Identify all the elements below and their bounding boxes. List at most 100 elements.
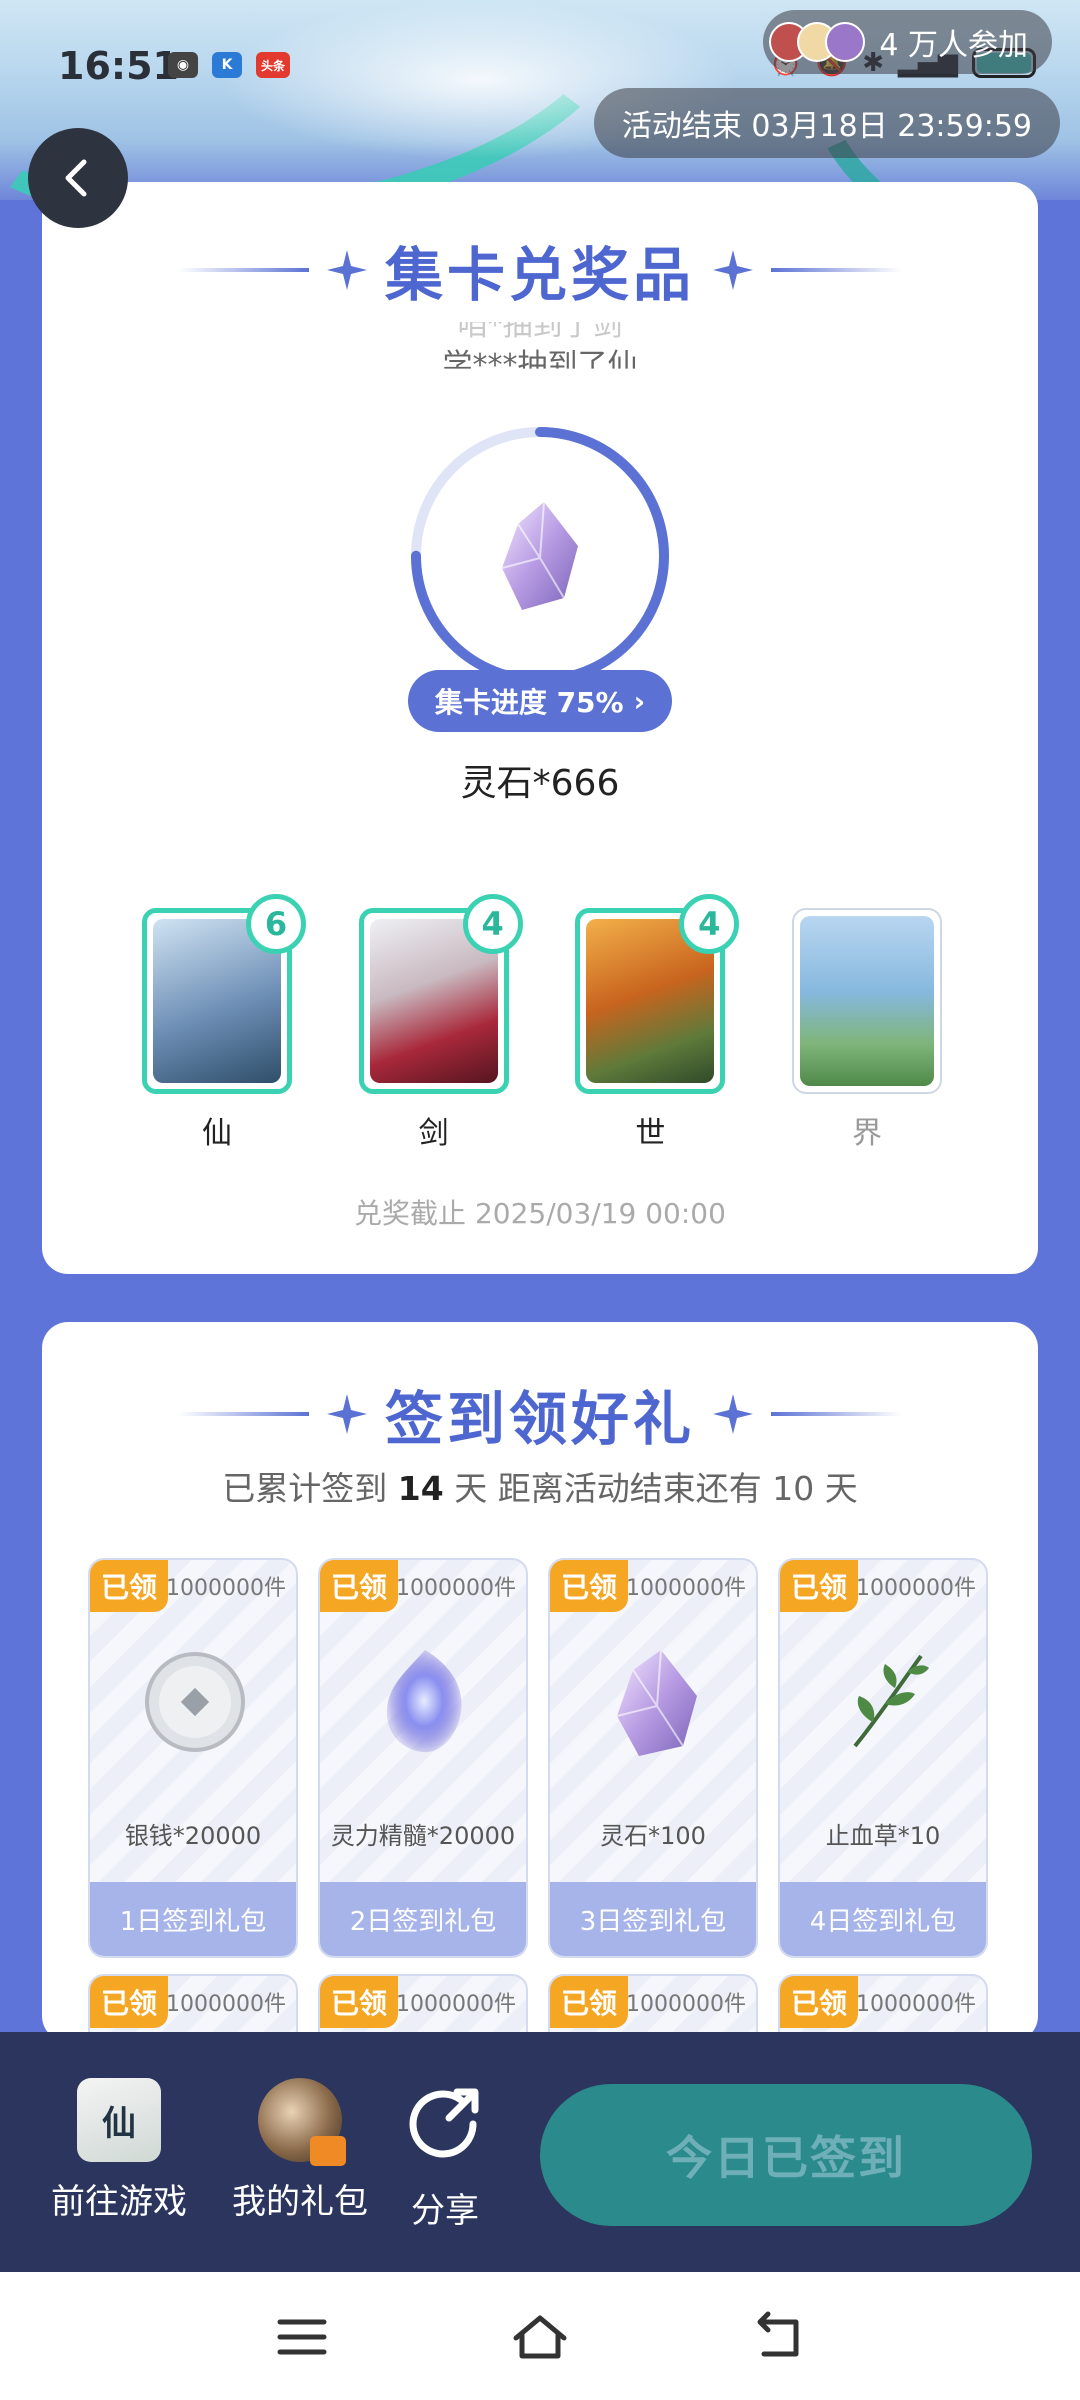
card-artwork bbox=[799, 916, 934, 1086]
winner-ticker-line: 学***抽到了仙 bbox=[442, 348, 638, 383]
back-nav-icon[interactable] bbox=[750, 2310, 810, 2364]
gift-stock: 1000000件 bbox=[856, 1992, 976, 2017]
participant-avatars bbox=[769, 22, 866, 62]
gift-box-icon bbox=[310, 2136, 346, 2166]
signin-title: 签到领好礼 bbox=[384, 1385, 695, 1453]
card-count-badge: 6 bbox=[246, 894, 306, 954]
avatar bbox=[825, 22, 866, 62]
my-gifts-label: 我的礼包 bbox=[232, 2182, 368, 2222]
menu-icon[interactable] bbox=[272, 2310, 332, 2364]
claimed-badge: 已领 bbox=[550, 1976, 628, 2028]
back-button[interactable] bbox=[28, 128, 128, 228]
title-divider bbox=[178, 268, 309, 272]
gift-stock: 1000000件 bbox=[856, 1576, 976, 1601]
gift-stock: 1000000件 bbox=[626, 1576, 746, 1601]
sparkle-icon bbox=[326, 1394, 367, 1434]
reward-preview bbox=[426, 442, 654, 670]
title-divider bbox=[771, 1412, 901, 1416]
claimed-badge: 已领 bbox=[90, 1976, 168, 2028]
bottom-action-bar: 仙 前往游戏 我的礼包 分享 今日已签到 bbox=[0, 2032, 1080, 2272]
game-logo-icon: 仙 bbox=[77, 2078, 161, 2162]
gift-name: 止血草*10 bbox=[825, 1822, 941, 1850]
card-label: 仙 bbox=[202, 1116, 232, 1151]
gift-name: 银钱*20000 bbox=[124, 1822, 262, 1850]
gift-stock: 1000000件 bbox=[166, 1576, 286, 1601]
app-k-icon: K bbox=[212, 52, 242, 78]
herb-icon bbox=[853, 1654, 929, 1748]
gamepad-icon: ◉ bbox=[168, 52, 198, 78]
claimed-badge: 已领 bbox=[90, 1560, 168, 1612]
silver-coin-icon bbox=[145, 1652, 245, 1752]
signin-title-row: 签到领好礼 bbox=[42, 1372, 1038, 1456]
summary-suffix: 天 距离活动结束还有 10 天 bbox=[454, 1469, 858, 1508]
card-label: 世 bbox=[635, 1116, 666, 1151]
gift-card-day4[interactable]: 已领 1000000件 止血草*10 4日签到礼包 bbox=[778, 1558, 988, 1958]
gift-grid: 已领 1000000件 银钱*20000 1日签到礼包 已领 1000000件 … bbox=[88, 1558, 992, 2042]
toutiao-icon: 头条 bbox=[256, 52, 290, 78]
goto-game-label: 前往游戏 bbox=[51, 2182, 187, 2222]
gift-name: 灵石*100 bbox=[600, 1822, 706, 1850]
card-item-xian[interactable]: 6 仙 bbox=[142, 894, 306, 1152]
signin-summary: 已累计签到 14 天 距离活动结束还有 10 天 bbox=[42, 1462, 1038, 1510]
card-item-shi[interactable]: 4 世 bbox=[575, 894, 740, 1152]
signed-today-button[interactable]: 今日已签到 bbox=[540, 2084, 1032, 2226]
summary-prefix: 已累计签到 bbox=[222, 1469, 388, 1508]
card-item-jian[interactable]: 4 剑 bbox=[358, 894, 523, 1152]
gift-name: 灵力精髓*20000 bbox=[330, 1822, 516, 1850]
share-icon bbox=[409, 2088, 479, 2158]
participants-count: 4 万人参加 bbox=[879, 28, 1028, 63]
sparkle-icon bbox=[713, 250, 753, 290]
summary-days: 14 bbox=[397, 1469, 444, 1508]
card-collection-row: 6 仙 4 剑 4 世 界 bbox=[142, 894, 942, 1152]
gift-day-label: 4日签到礼包 bbox=[780, 1882, 986, 1956]
claimed-badge: 已领 bbox=[550, 1560, 628, 1612]
chevron-left-icon bbox=[65, 159, 87, 197]
gift-stock: 1000000件 bbox=[396, 1576, 516, 1601]
gift-avatar-icon bbox=[258, 2078, 346, 2166]
redeem-deadline: 兑奖截止 2025/03/19 00:00 bbox=[354, 1197, 726, 1230]
card-label: 界 bbox=[851, 1116, 882, 1151]
claimed-badge: 已领 bbox=[780, 1976, 858, 2028]
card-item-jie[interactable]: 界 bbox=[791, 908, 942, 1152]
title-divider bbox=[178, 1412, 309, 1416]
sparkle-icon bbox=[326, 250, 367, 290]
my-gifts-button[interactable]: 我的礼包 bbox=[222, 2078, 378, 2223]
collect-cards-panel: 集卡兑奖品 咱*抽到了剑 学***抽到了仙 集卡进度 75% › 灵石*666 … bbox=[42, 182, 1038, 1274]
claimed-badge: 已领 bbox=[320, 1976, 398, 2028]
system-nav-bar bbox=[0, 2272, 1080, 2400]
collect-title-row: 集卡兑奖品 bbox=[42, 228, 1038, 312]
status-time: 16:51 bbox=[58, 44, 179, 88]
participants-badge: 4 万人参加 bbox=[763, 10, 1052, 74]
share-label: 分享 bbox=[411, 2191, 479, 2231]
gift-card-day3[interactable]: 已领 1000000件 灵石*100 3日签到礼包 bbox=[548, 1558, 758, 1958]
share-button[interactable]: 分享 bbox=[400, 2078, 490, 2232]
gift-stock: 1000000件 bbox=[396, 1992, 516, 2017]
sparkle-icon bbox=[713, 1394, 753, 1434]
goto-game-button[interactable]: 仙 前往游戏 bbox=[44, 2078, 194, 2223]
title-divider bbox=[771, 268, 901, 272]
home-icon[interactable] bbox=[510, 2310, 570, 2364]
spirit-essence-icon bbox=[386, 1650, 462, 1753]
activity-countdown: 活动结束 03月18日 23:59:59 bbox=[593, 88, 1060, 158]
signin-panel: 签到领好礼 已累计签到 14 天 距离活动结束还有 10 天 已领 100000… bbox=[42, 1322, 1038, 2042]
gift-stock: 1000000件 bbox=[626, 1992, 746, 2017]
spirit-stone-icon bbox=[616, 1649, 697, 1756]
collect-title: 集卡兑奖品 bbox=[384, 241, 695, 309]
progress-label: 集卡进度 75% bbox=[434, 686, 624, 719]
claimed-badge: 已领 bbox=[320, 1560, 398, 1612]
gift-day-label: 3日签到礼包 bbox=[550, 1882, 756, 1956]
gift-card-day1[interactable]: 已领 1000000件 银钱*20000 1日签到礼包 bbox=[88, 1558, 298, 1958]
collect-progress-button[interactable]: 集卡进度 75% › bbox=[408, 670, 672, 732]
gift-stock: 1000000件 bbox=[166, 1992, 286, 2017]
gift-day-label: 1日签到礼包 bbox=[90, 1882, 296, 1956]
spirit-stone-icon bbox=[501, 501, 578, 610]
card-label: 剑 bbox=[418, 1116, 449, 1151]
claimed-badge: 已领 bbox=[780, 1560, 858, 1612]
gift-card-day2[interactable]: 已领 1000000件 灵力精髓*20000 2日签到礼包 bbox=[318, 1558, 528, 1958]
gift-day-label: 2日签到礼包 bbox=[320, 1882, 526, 1956]
progress-ring bbox=[404, 420, 676, 692]
chevron-right-icon: › bbox=[633, 684, 646, 718]
card-count-badge: 4 bbox=[679, 894, 740, 954]
card-count-badge: 4 bbox=[462, 894, 523, 954]
reward-name: 灵石*666 bbox=[460, 763, 620, 804]
